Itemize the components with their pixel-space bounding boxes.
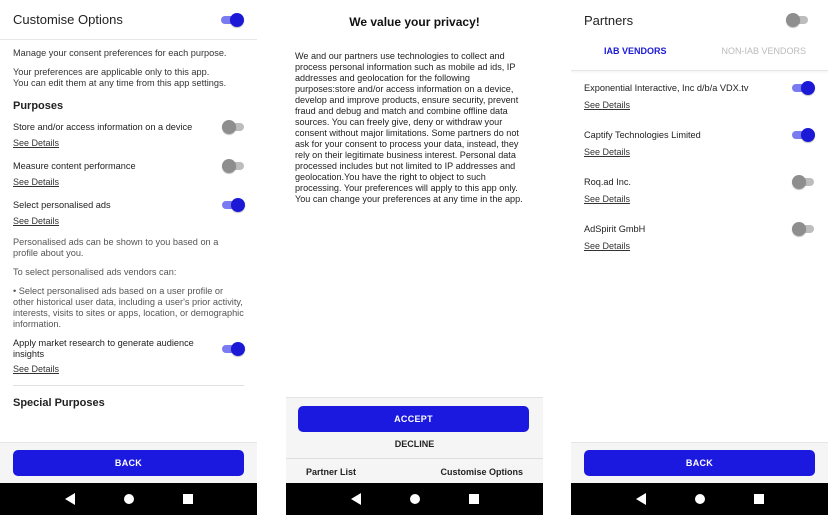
purpose-toggle-market-research[interactable] [222,342,245,356]
vendor-tabs: IAB VENDORS NON-IAB VENDORS [571,40,828,71]
vendor-toggle[interactable] [792,128,815,142]
square-recents-icon[interactable] [753,494,764,504]
square-recents-icon[interactable] [182,494,193,504]
vendor-name: Captify Technologies Limited [584,130,701,140]
preferences-note-line1: Your preferences are applicable only to … [13,67,210,77]
triangle-back-icon[interactable] [350,493,361,505]
ads-vendors-can: To select personalised ads vendors can: [13,267,177,277]
customise-body: Manage your consent preferences for each… [0,40,257,409]
purpose-item-store-access: Store and/or access information on a dev… [13,120,244,149]
vendor-name: AdSpirit GmbH [584,224,646,234]
privacy-notice-screen: We value your privacy! We and our partne… [286,0,543,515]
privacy-body-text: We and our partners use technologies to … [295,51,523,204]
tab-iab-vendors[interactable]: IAB VENDORS [571,40,700,70]
see-details-link[interactable]: See Details [13,364,59,375]
privacy-title: We value your privacy! [349,15,480,29]
partner-list-link[interactable]: Partner List [306,467,356,477]
list-item: Exponential Interactive, Inc d/b/a VDX.t… [584,81,815,113]
page-title: Partners [584,12,634,28]
android-nav-bar [0,483,257,515]
partners-screen: Partners IAB VENDORS NON-IAB VENDORS Exp… [571,0,828,515]
intro-text: Manage your consent preferences for each… [13,48,227,58]
accept-button[interactable]: ACCEPT [298,406,529,432]
triangle-back-icon[interactable] [64,493,75,505]
back-button[interactable]: BACK [584,450,815,476]
page-title: Customise Options [13,12,123,27]
see-details-link[interactable]: See Details [13,138,59,149]
master-consent-toggle[interactable] [221,12,244,27]
vendor-name: Roq.ad Inc. [584,177,631,187]
see-details-link[interactable]: See Details [584,147,630,157]
list-item: AdSpirit GmbH See Details [584,222,814,254]
back-button[interactable]: BACK [13,450,244,476]
purpose-label: Store and/or access information on a dev… [13,121,193,132]
purpose-toggle-measure-content[interactable] [222,159,244,173]
purpose-item-personalised-ads: Select personalised ads See Details [13,198,245,227]
purpose-item-market-research: Apply market research to generate audien… [13,338,245,375]
section-divider [13,385,244,386]
vendor-name: Exponential Interactive, Inc d/b/a VDX.t… [584,83,749,93]
vendor-toggle[interactable] [792,222,814,236]
vendor-toggle[interactable] [792,175,814,189]
all-partners-toggle[interactable] [786,13,808,27]
circle-home-icon[interactable] [123,494,134,504]
list-item: Captify Technologies Limited See Details [584,128,815,160]
see-details-link[interactable]: See Details [584,241,630,251]
circle-home-icon[interactable] [694,494,705,504]
special-purposes-heading: Special Purposes [13,397,105,409]
purposes-heading: Purposes [13,100,64,112]
partners-footer: BACK [571,442,828,483]
purpose-item-measure-content: Measure content performance See Details [13,159,244,188]
customise-options-screen: Customise Options Manage your consent pr… [0,0,257,515]
purpose-label: Apply market research to generate audien… [13,338,194,359]
vendor-toggle[interactable] [792,81,815,95]
ads-bullet: • Select personalised ads based on a use… [13,286,244,329]
see-details-link[interactable]: See Details [13,177,59,188]
customise-header: Customise Options [0,0,257,40]
android-nav-bar [286,483,543,515]
ads-description: Personalised ads can be shown to you bas… [13,237,219,258]
customise-options-link[interactable]: Customise Options [440,467,523,477]
partners-header: Partners [571,0,828,40]
tab-non-iab-vendors[interactable]: NON-IAB VENDORS [700,40,828,70]
preferences-note-line2: You can edit them at any time from this … [13,78,227,88]
square-recents-icon[interactable] [468,494,479,504]
consent-actions: ACCEPT DECLINE Partner List Customise Op… [286,397,543,483]
consent-links: Partner List Customise Options [286,458,543,484]
vendor-list: Exponential Interactive, Inc d/b/a VDX.t… [571,71,828,254]
decline-button[interactable]: DECLINE [286,439,543,449]
list-item: Roq.ad Inc. See Details [584,175,814,207]
purpose-label: Measure content performance [13,160,136,171]
see-details-link[interactable]: See Details [584,100,630,110]
see-details-link[interactable]: See Details [13,216,59,227]
purpose-toggle-personalised-ads[interactable] [222,198,245,212]
customise-footer: BACK [0,442,257,483]
preferences-note: Your preferences are applicable only to … [13,67,244,89]
triangle-back-icon[interactable] [635,493,646,505]
purpose-toggle-store-access[interactable] [222,120,244,134]
android-nav-bar [571,483,828,515]
circle-home-icon[interactable] [409,494,420,504]
purpose-label: Select personalised ads [13,199,111,210]
see-details-link[interactable]: See Details [584,194,630,204]
